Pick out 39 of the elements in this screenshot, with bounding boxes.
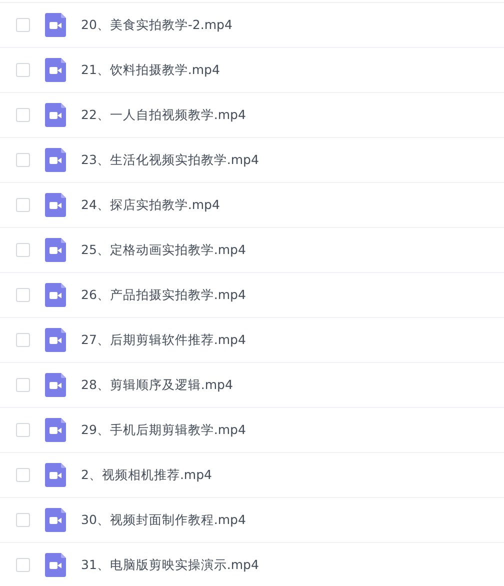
checkbox[interactable] xyxy=(16,513,30,527)
file-name[interactable]: 28、剪辑顺序及逻辑.mp4 xyxy=(81,376,233,394)
video-file-icon xyxy=(45,463,66,487)
file-name[interactable]: 21、饮料拍摄教学.mp4 xyxy=(81,62,220,78)
video-file-icon xyxy=(45,13,66,37)
file-name[interactable]: 31、电脑版剪映实操演示.mp4 xyxy=(81,556,259,574)
checkbox[interactable] xyxy=(16,153,30,167)
file-name[interactable]: 20、美食实拍教学-2.mp4 xyxy=(81,16,232,34)
checkbox[interactable] xyxy=(16,378,30,392)
video-file-icon xyxy=(45,103,66,127)
checkbox[interactable] xyxy=(16,18,30,32)
video-file-icon xyxy=(45,283,66,307)
file-name[interactable]: 22、一人自拍视频教学.mp4 xyxy=(81,106,246,124)
video-file-icon xyxy=(45,418,66,442)
file-name[interactable]: 29、手机后期剪辑教学.mp4 xyxy=(81,422,246,438)
video-file-icon xyxy=(45,373,66,397)
video-file-icon xyxy=(45,148,66,172)
video-file-icon xyxy=(45,328,66,352)
video-file-icon xyxy=(45,58,66,82)
checkbox[interactable] xyxy=(16,558,30,572)
file-name[interactable]: 30、视频封面制作教程.mp4 xyxy=(81,512,246,528)
file-name[interactable]: 2、视频相机推荐.mp4 xyxy=(81,466,212,484)
checkbox[interactable] xyxy=(16,198,30,212)
checkbox[interactable] xyxy=(16,63,30,77)
checkbox[interactable] xyxy=(16,108,30,122)
video-file-icon xyxy=(45,553,66,577)
file-name[interactable]: 27、后期剪辑软件推荐.mp4 xyxy=(81,332,246,348)
video-file-icon xyxy=(45,508,66,532)
file-name[interactable]: 24、探店实拍教学.mp4 xyxy=(81,196,220,214)
video-file-icon xyxy=(45,193,66,217)
file-name[interactable]: 26、产品拍摄实拍教学.mp4 xyxy=(81,286,246,304)
checkbox[interactable] xyxy=(16,468,30,482)
checkbox[interactable] xyxy=(16,423,30,437)
video-file-icon xyxy=(45,238,66,262)
checkbox[interactable] xyxy=(16,243,30,257)
checkbox[interactable] xyxy=(16,333,30,347)
file-name[interactable]: 23、生活化视频实拍教学.mp4 xyxy=(81,152,259,168)
file-name[interactable]: 25、定格动画实拍教学.mp4 xyxy=(81,242,246,258)
checkbox[interactable] xyxy=(16,288,30,302)
